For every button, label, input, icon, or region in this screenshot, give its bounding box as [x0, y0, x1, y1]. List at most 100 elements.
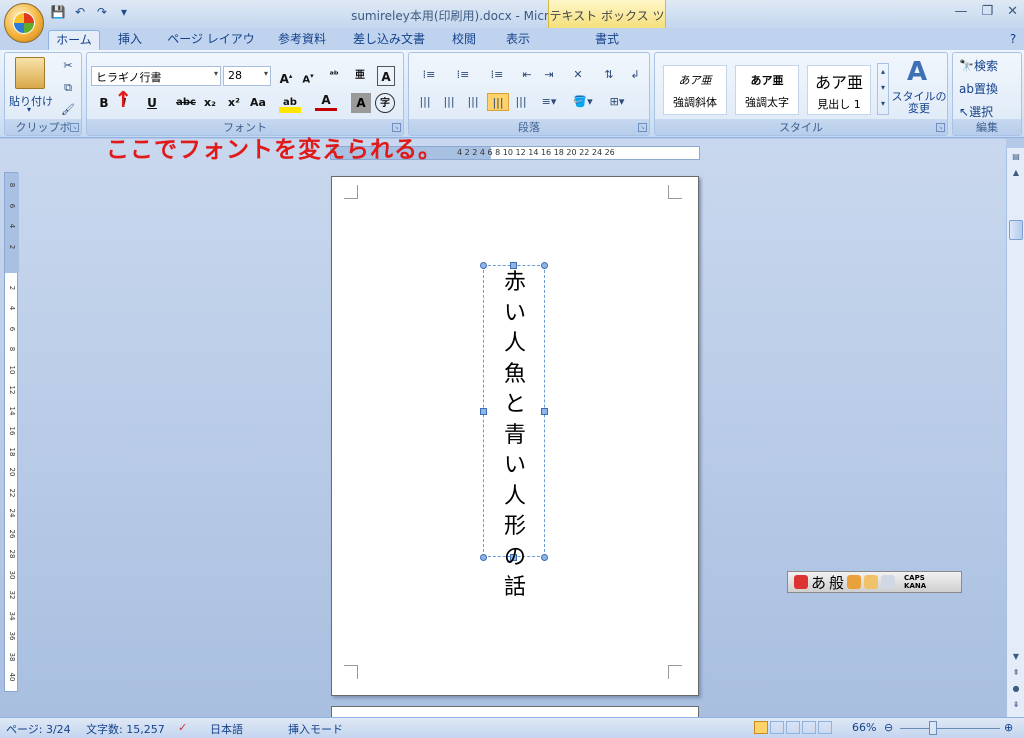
outline-icon[interactable] — [802, 721, 816, 734]
next-page-icon[interactable]: ⇟ — [1008, 698, 1024, 712]
print-layout-icon[interactable] — [754, 721, 768, 734]
change-case-icon[interactable]: Aa — [247, 93, 269, 113]
vertical-scrollbar[interactable]: ▤ ▲ ▼ ⇞ ● ⇟ — [1006, 148, 1024, 718]
styles-scroll-icon[interactable]: ▴ ▾ ▾ — [877, 63, 889, 115]
character-shading-icon[interactable]: A — [351, 93, 371, 113]
ime-dictionary[interactable]: 般 — [829, 572, 844, 593]
draft-icon[interactable] — [818, 721, 832, 734]
clear-formatting-icon[interactable]: ᵃᵇ — [323, 66, 345, 86]
resize-handle[interactable] — [541, 262, 548, 269]
cut-icon[interactable]: ✂ — [59, 57, 77, 75]
office-button[interactable] — [4, 3, 44, 43]
tab-format[interactable]: 書式 — [584, 30, 630, 50]
zoom-in-icon[interactable]: ⊕ — [1004, 721, 1013, 734]
restore-icon[interactable]: ❐ — [981, 4, 993, 19]
distributed-icon[interactable]: ||| — [511, 93, 531, 111]
grow-font-icon[interactable]: A▴ — [275, 66, 297, 86]
style-heading-1[interactable]: あア亜 見出し 1 — [807, 65, 871, 115]
paste-dropdown-icon[interactable]: ▾ — [27, 105, 31, 114]
dialog-launcher-icon[interactable]: ↘ — [936, 123, 945, 132]
word-count[interactable]: 文字数: 15,257 — [86, 721, 165, 737]
web-layout-icon[interactable] — [786, 721, 800, 734]
increase-indent-icon[interactable]: ⇥ — [539, 66, 559, 84]
style-emphasis-italic[interactable]: あア亜 強調斜体 — [663, 65, 727, 115]
tab-review[interactable]: 校閲 — [442, 30, 486, 50]
minimize-icon[interactable]: — — [954, 4, 967, 19]
enclose-character-icon[interactable]: 字 — [375, 93, 395, 113]
ime-help-icon[interactable] — [881, 575, 896, 589]
vertical-title-text[interactable]: 赤い人魚と青い人形の話 — [496, 268, 534, 604]
insert-mode[interactable]: 挿入モード — [288, 721, 343, 737]
dialog-launcher-icon[interactable]: ↘ — [70, 123, 79, 132]
scroll-up-icon[interactable]: ▲ — [1008, 166, 1024, 180]
resize-handle[interactable] — [480, 554, 487, 561]
decrease-indent-icon[interactable]: ⇤ — [517, 66, 537, 84]
highlight-icon[interactable]: ab — [279, 93, 301, 113]
scroll-thumb[interactable] — [1009, 220, 1023, 240]
vertical-ruler[interactable]: 8 6 4 2 2 4 6 8 10 12 14 16 18 20 22 24 26 28 30 32 34 36 38 40 — [4, 172, 19, 692]
ruler-toggle-icon[interactable]: ▤ — [1008, 150, 1024, 164]
close-icon[interactable]: ✕ — [1007, 4, 1018, 19]
bold-icon[interactable]: B — [93, 93, 115, 113]
font-size-combo[interactable]: 28 ▾ — [223, 66, 271, 86]
zoom-out-icon[interactable]: ⊖ — [884, 721, 893, 734]
ime-pad-icon[interactable] — [847, 575, 862, 589]
ime-mode[interactable]: あ — [811, 572, 826, 593]
align-bottom-icon[interactable]: ||| — [463, 93, 483, 111]
align-top-icon[interactable]: ||| — [415, 93, 435, 111]
bullets-icon[interactable]: ⁞≡ — [415, 66, 443, 84]
change-styles-button[interactable]: スタイルの変更 — [891, 91, 947, 115]
tab-references[interactable]: 参考資料 — [270, 30, 334, 50]
format-painter-icon[interactable]: 🖌 — [59, 101, 77, 119]
shading-icon[interactable]: 🪣▾ — [569, 93, 597, 111]
change-styles-icon[interactable]: A — [899, 57, 935, 87]
align-middle-icon[interactable]: ||| — [439, 93, 459, 111]
underline-icon[interactable]: U — [141, 93, 163, 113]
multilevel-list-icon[interactable]: ⁞≡ — [483, 66, 511, 84]
subscript-icon[interactable]: x₂ — [199, 93, 221, 113]
resize-handle[interactable] — [480, 262, 487, 269]
tab-view[interactable]: 表示 — [496, 30, 540, 50]
paste-icon[interactable] — [15, 57, 45, 89]
find-button[interactable]: 🔭検索 — [959, 57, 998, 74]
tab-mailings[interactable]: 差し込み文書 — [346, 30, 432, 50]
proofing-icon[interactable]: ✓ — [178, 721, 187, 734]
font-name-combo[interactable]: ヒラギノ行書 ▾ — [91, 66, 221, 86]
resize-handle[interactable] — [541, 554, 548, 561]
character-border-icon[interactable]: A — [377, 66, 395, 86]
zoom-level[interactable]: 66% — [852, 721, 876, 734]
shrink-font-icon[interactable]: A▾ — [297, 66, 319, 86]
help-icon[interactable]: ? — [1004, 30, 1022, 50]
previous-page-icon[interactable]: ⇞ — [1008, 666, 1024, 680]
resize-handle[interactable] — [480, 408, 487, 415]
justify-icon[interactable]: ||| — [487, 93, 509, 111]
font-color-icon[interactable]: A — [315, 93, 337, 111]
zoom-slider-thumb[interactable] — [929, 721, 937, 735]
copy-icon[interactable]: ⧉ — [59, 79, 77, 97]
replace-button[interactable]: ab置換 — [959, 80, 998, 97]
ime-tools-icon[interactable] — [864, 575, 879, 589]
ime-language-bar[interactable]: あ 般 CAPS KANA — [787, 571, 962, 593]
ime-icon[interactable] — [794, 575, 808, 589]
select-button[interactable]: ↖選択 — [959, 103, 993, 120]
phonetic-guide-icon[interactable]: 亜 — [349, 66, 371, 86]
text-direction-icon[interactable]: ✕ — [565, 66, 591, 84]
sort-icon[interactable]: ⇅ — [599, 66, 619, 84]
show-marks-icon[interactable]: ↲ — [625, 66, 645, 84]
style-emphasis-bold[interactable]: あア亜 強調太字 — [735, 65, 799, 115]
zoom-slider[interactable] — [900, 728, 1000, 729]
superscript-icon[interactable]: x² — [223, 93, 245, 113]
page-indicator[interactable]: ページ: 3/24 — [6, 721, 71, 737]
tab-page-layout[interactable]: ページ レイアウト — [164, 30, 258, 64]
dialog-launcher-icon[interactable]: ↘ — [638, 123, 647, 132]
tab-home[interactable]: ホーム — [48, 30, 100, 50]
tab-insert[interactable]: 挿入 — [108, 30, 152, 50]
language-indicator[interactable]: 日本語 — [210, 721, 243, 737]
borders-icon[interactable]: ⊞▾ — [603, 93, 631, 111]
scroll-down-icon[interactable]: ▼ — [1008, 650, 1024, 664]
resize-handle[interactable] — [541, 408, 548, 415]
line-spacing-icon[interactable]: ≡▾ — [535, 93, 563, 111]
strikethrough-icon[interactable]: abc — [175, 93, 197, 113]
full-screen-icon[interactable] — [770, 721, 784, 734]
numbering-icon[interactable]: ⁞≡ — [449, 66, 477, 84]
